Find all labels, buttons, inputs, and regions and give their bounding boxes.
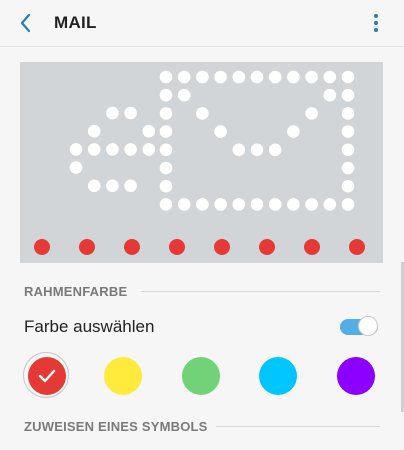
letter-dot — [87, 143, 101, 156]
envelope-dot — [177, 198, 191, 211]
envelope-flap-dot — [196, 107, 209, 120]
envelope-dot — [196, 198, 209, 211]
more-vertical-icon — [374, 14, 378, 32]
envelope-flap-dot — [232, 143, 246, 157]
letter-dot — [142, 143, 156, 156]
more-options-button[interactable] — [372, 12, 380, 34]
envelope-dot — [287, 198, 300, 211]
section-divider — [216, 426, 380, 427]
choose-color-label: Farbe auswählen — [24, 317, 155, 336]
letter-dot — [124, 106, 137, 120]
envelope-dot — [323, 198, 337, 211]
envelope-flap-dot — [305, 107, 318, 120]
letter-dot — [124, 179, 137, 193]
envelope-dot — [341, 161, 355, 175]
color-swatch-cyan[interactable] — [259, 357, 297, 395]
letter-dot — [106, 179, 119, 193]
envelope-dot — [305, 70, 318, 84]
envelope-dot — [159, 143, 173, 157]
envelope-dot — [159, 107, 173, 120]
indicator-dot — [34, 239, 50, 255]
indicator-dot — [349, 239, 365, 255]
envelope-dot — [268, 198, 282, 211]
app-bar: MAIL — [0, 0, 404, 46]
section-divider — [141, 291, 380, 292]
toggle-knob — [358, 316, 378, 336]
envelope-dot — [250, 198, 264, 211]
indicator-dot — [214, 239, 230, 255]
envelope-dot — [341, 125, 355, 138]
back-button[interactable] — [14, 11, 38, 35]
envelope-dot — [341, 198, 355, 211]
mail-icon — [34, 70, 365, 255]
envelope-flap-dot — [287, 125, 300, 138]
envelope-dot — [232, 70, 246, 84]
envelope-flap-dot — [323, 88, 337, 102]
indicator-dot — [79, 239, 95, 255]
envelope-dot — [159, 70, 173, 84]
envelope-dot — [159, 198, 173, 211]
envelope-dot — [268, 70, 282, 84]
section-header-assign-symbol: ZUWEISEN EINES SYMBOLS — [24, 419, 208, 434]
envelope-dot — [159, 161, 173, 175]
envelope-dot — [305, 198, 318, 211]
color-swatch-red[interactable] — [23, 352, 69, 398]
envelope-flap-dot — [250, 143, 264, 157]
envelope-dot — [214, 70, 227, 84]
envelope-dot — [177, 70, 191, 84]
led-preview — [20, 62, 383, 263]
envelope-dot — [341, 70, 355, 84]
envelope-flap-dot — [177, 88, 191, 102]
indicator-dot — [259, 239, 275, 255]
section-header-frame-color: RAHMENFARBE — [24, 284, 128, 299]
chevron-left-icon — [20, 13, 31, 33]
letter-dot — [69, 143, 83, 156]
indicator-dot — [169, 239, 185, 255]
letter-dot — [106, 106, 119, 120]
envelope-dot — [323, 70, 337, 84]
envelope-dot — [159, 179, 173, 193]
checkmark-icon — [38, 369, 56, 383]
envelope-dot — [287, 70, 300, 84]
envelope-flap-dot — [268, 143, 282, 157]
choose-color-toggle[interactable] — [340, 316, 378, 338]
page-title: MAIL — [54, 13, 97, 32]
letter-dot — [142, 124, 156, 138]
letter-dot — [106, 143, 119, 156]
color-swatch-green[interactable] — [182, 357, 220, 395]
envelope-dot — [341, 88, 355, 102]
envelope-dot — [159, 88, 173, 102]
envelope-dot — [214, 198, 227, 211]
envelope-dot — [341, 143, 355, 157]
indicator-dot — [304, 239, 320, 255]
envelope-dot — [250, 70, 264, 84]
letter-dot — [87, 124, 101, 138]
color-swatch-yellow[interactable] — [104, 357, 142, 395]
color-swatch-purple[interactable] — [337, 357, 375, 395]
envelope-dot — [232, 198, 246, 211]
letter-dot — [124, 143, 137, 156]
letter-dot — [87, 179, 101, 193]
envelope-flap-dot — [214, 125, 227, 138]
indicator-dot — [124, 239, 140, 255]
envelope-dot — [196, 70, 209, 84]
envelope-dot — [341, 107, 355, 120]
envelope-dot — [341, 179, 355, 193]
letter-dot — [69, 161, 83, 174]
header-divider — [0, 46, 404, 47]
envelope-dot — [159, 125, 173, 138]
